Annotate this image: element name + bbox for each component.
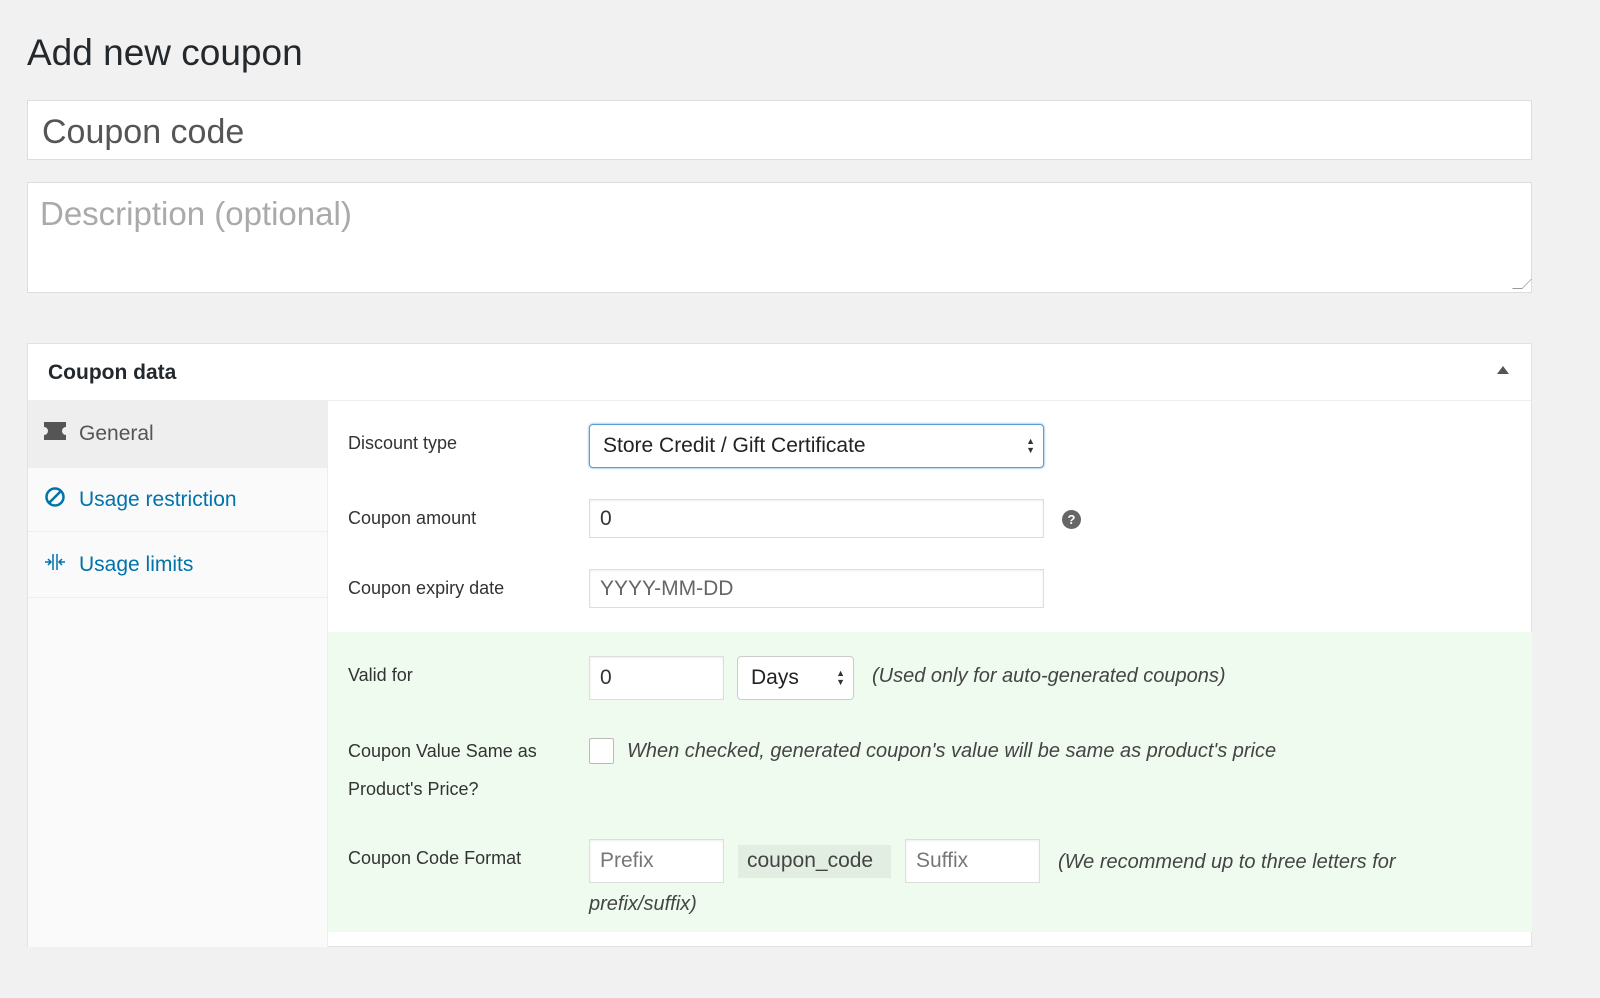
code-format-note-line2: prefix/suffix) xyxy=(589,893,697,915)
panel-tabs: General Usage restriction Usage limits xyxy=(28,401,328,947)
valid-for-note: (Used only for auto-generated coupons) xyxy=(872,665,1226,687)
discount-type-value: Store Credit / Gift Certificate xyxy=(603,434,866,457)
panel-header[interactable]: Coupon data xyxy=(28,344,1531,401)
description-placeholder: Description (optional) xyxy=(40,195,352,232)
same-price-label-line1: Coupon Value Same as xyxy=(348,741,537,761)
select-arrows-icon: ▲ ▼ xyxy=(836,668,845,687)
description-textarea[interactable]: Description (optional) xyxy=(27,182,1532,293)
tab-general[interactable]: General xyxy=(28,401,328,468)
same-price-checkbox[interactable] xyxy=(589,738,614,764)
same-price-note: When checked, generated coupon's value w… xyxy=(627,740,1277,762)
discount-type-label: Discount type xyxy=(348,433,458,453)
coupon-code-input[interactable]: Coupon code xyxy=(27,100,1532,160)
ticket-icon xyxy=(44,422,66,446)
page-title: Add new coupon xyxy=(27,32,303,73)
valid-for-input[interactable]: 0 xyxy=(589,656,724,700)
suffix-input[interactable]: Suffix xyxy=(905,839,1040,883)
coupon-amount-label: Coupon amount xyxy=(348,508,477,528)
valid-for-unit-select[interactable]: Days ▲ ▼ xyxy=(737,656,854,700)
code-format-label: Coupon Code Format xyxy=(348,848,522,868)
panel-title: Coupon data xyxy=(48,361,177,384)
limits-icon xyxy=(44,552,66,578)
tab-usage-limits[interactable]: Usage limits xyxy=(28,532,328,598)
help-icon[interactable]: ? xyxy=(1062,510,1081,529)
coupon-amount-input[interactable]: 0 xyxy=(589,499,1044,538)
resize-handle[interactable] xyxy=(1512,279,1532,289)
prefix-input[interactable]: Prefix xyxy=(589,839,724,883)
select-arrows-icon: ▲ ▼ xyxy=(1026,436,1035,455)
same-price-label-line2: Product's Price? xyxy=(348,779,479,799)
tab-label: Usage limits xyxy=(79,552,194,576)
tab-label: General xyxy=(79,422,154,445)
tab-label: Usage restriction xyxy=(79,487,237,511)
valid-for-label: Valid for xyxy=(348,665,413,685)
collapse-arrow-icon[interactable] xyxy=(1497,366,1509,374)
expiry-label: Coupon expiry date xyxy=(348,578,505,598)
coupon-code-token: coupon_code xyxy=(738,845,891,878)
block-icon xyxy=(44,486,66,514)
code-format-note-line1: (We recommend up to three letters for xyxy=(1058,851,1396,873)
discount-type-select[interactable]: Store Credit / Gift Certificate ▲ ▼ xyxy=(589,424,1044,468)
expiry-date-input[interactable]: YYYY-MM-DD xyxy=(589,569,1044,608)
tab-usage-restriction[interactable]: Usage restriction xyxy=(28,468,328,532)
unit-value: Days xyxy=(751,666,799,689)
